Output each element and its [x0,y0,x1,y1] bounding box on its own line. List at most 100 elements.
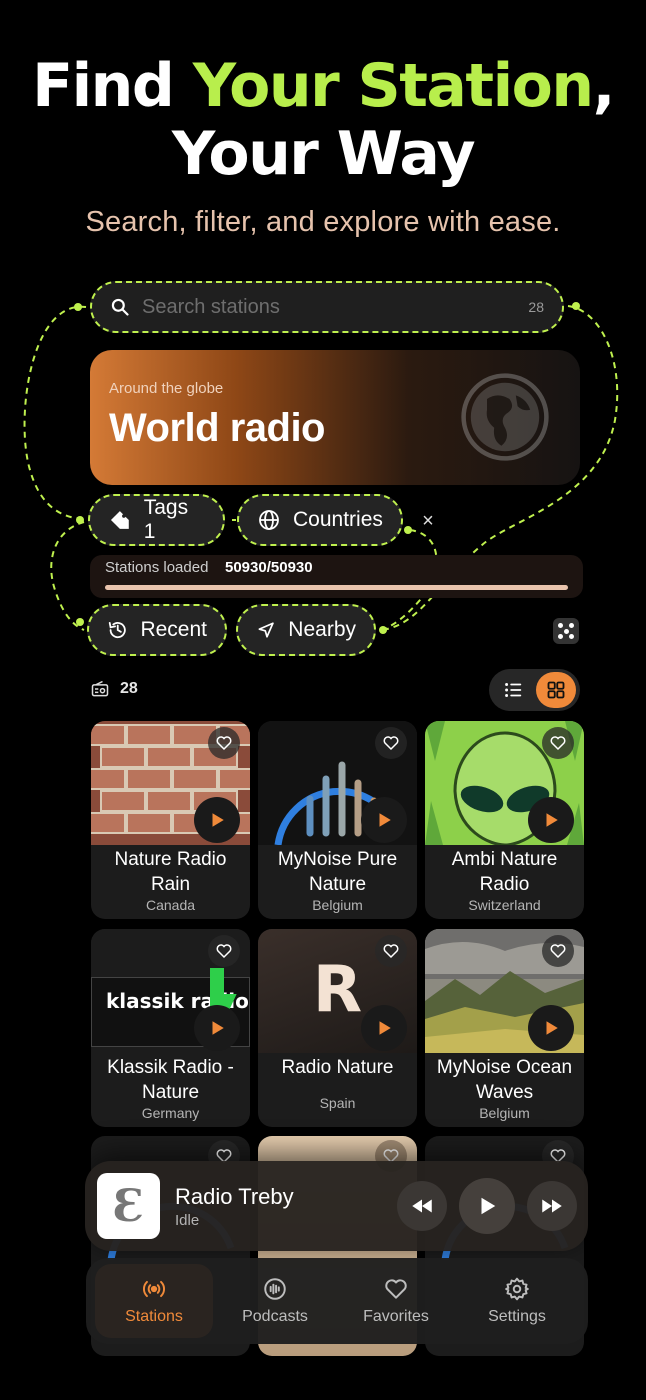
stations-loaded-progress-fill [105,585,568,590]
grid-icon [547,681,565,699]
tab-settings-label: Settings [488,1308,546,1325]
hero-title-accent: Your Station [192,51,594,121]
station-country: Switzerland [468,897,541,913]
station-name: Ambi Nature Radio [451,849,558,895]
play-button[interactable] [528,1005,574,1051]
tab-settings[interactable]: Settings [458,1264,576,1338]
favorite-heart-icon[interactable] [375,935,407,967]
station-card[interactable]: Ambi Nature Radio Switzerland [425,721,584,919]
hero-title-line2: Your Way [171,119,476,189]
play-button[interactable] [528,797,574,843]
play-pause-button[interactable] [459,1178,515,1234]
tags-filter-label: Tags 1 [143,496,189,543]
station-card[interactable]: MyNoise Pure Nature Belgium [258,721,417,919]
list-view-button[interactable] [493,672,533,708]
station-country: Germany [141,1105,200,1121]
globe-icon [259,510,279,530]
favorite-heart-icon[interactable] [375,727,407,759]
rewind-icon [412,1199,432,1213]
view-mode-toggle [489,669,580,711]
radio-waves-icon [143,1280,165,1298]
station-name: Klassik Radio - Nature [107,1057,234,1103]
world-radio-card[interactable]: Around the globe World radio [90,350,580,485]
globe-icon [461,373,549,461]
tag-icon [110,511,129,529]
radio-icon [91,680,109,697]
play-icon [546,1021,558,1035]
podcast-icon [264,1278,286,1300]
hero-title-part1: Find [32,51,193,121]
world-radio-title: World radio [109,406,325,450]
now-playing-cover-letter: Ɛ [112,1180,145,1232]
stations-loaded-value: 50930/50930 [225,559,313,576]
tab-bar: Stations Podcasts Favorites Settings [86,1258,588,1344]
stations-loaded-panel: Stations loaded 50930/50930 [90,555,583,598]
station-name: Radio Nature [281,1057,394,1078]
station-card[interactable]: R Radio Nature Spain [258,929,417,1127]
play-icon [546,813,558,827]
station-card[interactable]: Nature Radio Rain Canada [91,721,250,919]
nearby-filter-chip[interactable]: Nearby [236,604,376,656]
random-station-dice-icon[interactable] [553,618,579,644]
play-icon [379,1021,391,1035]
now-playing-status: Idle [175,1212,200,1229]
now-playing-title: Radio Treby [175,1184,294,1209]
fast-forward-icon [542,1199,562,1213]
list-icon [505,683,522,697]
search-input[interactable] [142,295,529,319]
location-arrow-icon [258,622,274,638]
play-icon [212,1021,224,1035]
tab-stations-label: Stations [125,1308,183,1325]
play-button[interactable] [361,797,407,843]
station-country: Belgium [479,1105,530,1121]
play-button[interactable] [194,797,240,843]
tab-podcasts[interactable]: Podcasts [216,1264,334,1338]
tab-favorites-label: Favorites [363,1308,429,1325]
hero: Find Your Station, Your Way Search, filt… [0,52,646,239]
heart-icon [385,1279,407,1299]
mini-player[interactable]: Ɛ Radio Treby Idle [85,1161,588,1251]
history-icon [108,621,126,639]
rewind-button[interactable] [397,1181,447,1231]
station-card[interactable]: klassik radio Klassik Radio - Nature Ger… [91,929,250,1127]
gear-icon [505,1277,529,1301]
station-country: Belgium [312,897,363,913]
favorite-heart-icon[interactable] [208,935,240,967]
hero-title: Find Your Station, Your Way [0,52,646,188]
search-icon [111,298,129,316]
recent-filter-label: Recent [140,618,207,641]
hero-subtitle: Search, filter, and explore with ease. [85,206,561,238]
stations-loaded-label: Stations loaded [105,559,209,576]
station-name: Nature Radio Rain [114,849,227,895]
favorite-heart-icon[interactable] [542,935,574,967]
tags-filter-chip[interactable]: Tags 1 [88,494,225,546]
station-country: Canada [145,897,196,913]
recent-filter-chip[interactable]: Recent [87,604,227,656]
play-icon [379,813,391,827]
clear-filters-button[interactable]: × [418,509,438,533]
play-icon [212,813,224,827]
stations-loaded-progress [105,585,568,590]
play-button[interactable] [361,1005,407,1051]
station-card[interactable]: MyNoise Ocean Waves Belgium [425,929,584,1127]
fast-forward-button[interactable] [527,1181,577,1231]
hero-title-comma: , [592,51,616,121]
play-button[interactable] [194,1005,240,1051]
station-name: MyNoise Pure Nature [277,849,398,895]
tab-podcasts-label: Podcasts [242,1308,308,1325]
grid-view-button[interactable] [536,672,576,708]
station-name: MyNoise Ocean Waves [436,1057,573,1103]
station-country: Spain [319,1095,356,1111]
favorite-heart-icon[interactable] [208,727,240,759]
tab-favorites[interactable]: Favorites [337,1264,455,1338]
world-radio-eyebrow: Around the globe [109,380,224,397]
results-count: 28 [90,679,138,699]
nearby-filter-label: Nearby [288,618,356,641]
search-result-count: 28 [528,299,544,315]
favorite-heart-icon[interactable] [542,727,574,759]
tab-stations[interactable]: Stations [95,1264,213,1338]
now-playing-cover: Ɛ [97,1173,160,1239]
play-icon [481,1197,496,1215]
countries-filter-chip[interactable]: Countries [237,494,403,546]
search-bar[interactable]: 28 [90,281,564,333]
